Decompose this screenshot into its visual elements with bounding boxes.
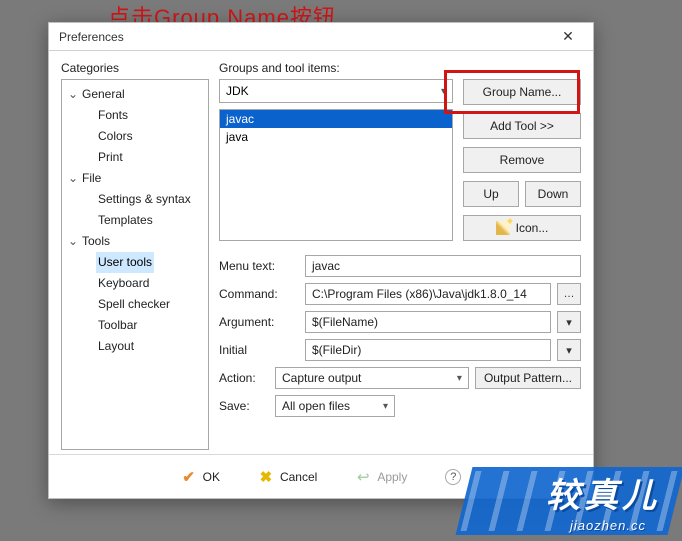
tree-node-user-tools[interactable]: User tools [96, 252, 154, 273]
categories-tree[interactable]: ⌄General Fonts Colors Print ⌄File Settin… [61, 79, 209, 450]
tool-buttons: Group Name... Add Tool >> Remove Up Down… [463, 79, 581, 241]
chevron-down-icon[interactable]: ⌄ [68, 85, 80, 104]
chevron-down-icon[interactable]: ⌄ [68, 232, 80, 251]
titlebar: Preferences ✕ [49, 23, 593, 51]
group-name-button[interactable]: Group Name... [463, 79, 581, 105]
menu-text-input[interactable]: javac [305, 255, 581, 277]
groups-label: Groups and tool items: [219, 61, 581, 75]
tree-node-file[interactable]: File [80, 168, 103, 189]
save-label: Save: [219, 399, 269, 413]
tree-node-tools[interactable]: Tools [80, 231, 112, 252]
check-icon: ✔ [181, 469, 197, 485]
save-combo[interactable]: All open files ▾ [275, 395, 395, 417]
icon-button-label: Icon... [516, 221, 549, 235]
tree-node-toolbar[interactable]: Toolbar [96, 315, 139, 336]
tree-node-layout[interactable]: Layout [96, 336, 136, 357]
dialog-footer: ✔ OK ✖ Cancel ↩ Apply ? [49, 454, 593, 498]
close-button[interactable]: ✕ [549, 26, 587, 48]
tool-form: Menu text: javac Command: C:\Program Fil… [219, 255, 581, 423]
icon-button[interactable]: Icon... [463, 215, 581, 241]
up-button[interactable]: Up [463, 181, 519, 207]
command-label: Command: [219, 287, 299, 301]
chevron-down-icon: ▾ [457, 373, 462, 384]
cancel-label: Cancel [280, 470, 317, 484]
argument-menu-button[interactable]: ▾ [557, 311, 581, 333]
initial-menu-button[interactable]: ▾ [557, 339, 581, 361]
apply-button[interactable]: ↩ Apply [349, 465, 413, 489]
chevron-down-icon[interactable]: ⌄ [68, 169, 80, 188]
initial-label: Initial [219, 343, 299, 357]
categories-panel: Categories ⌄General Fonts Colors Print ⌄… [61, 61, 209, 450]
dialog-title: Preferences [59, 30, 124, 44]
tree-node-colors[interactable]: Colors [96, 126, 135, 147]
argument-input[interactable]: $(FileName) [305, 311, 551, 333]
tree-node-keyboard[interactable]: Keyboard [96, 273, 151, 294]
menu-text-label: Menu text: [219, 259, 299, 273]
tree-node-print[interactable]: Print [96, 147, 125, 168]
tree-node-general[interactable]: General [80, 84, 127, 105]
help-button[interactable]: ? [439, 465, 467, 489]
output-pattern-button[interactable]: Output Pattern... [475, 367, 581, 389]
save-combo-value: All open files [282, 399, 350, 413]
dialog-content: Categories ⌄General Fonts Colors Print ⌄… [49, 51, 593, 454]
watermark-subtext: jiaozhen.cc [570, 518, 646, 533]
chevron-down-icon: ▾ [383, 401, 388, 412]
preferences-dialog: Preferences ✕ Categories ⌄General Fonts … [48, 22, 594, 499]
down-button[interactable]: Down [525, 181, 581, 207]
initial-input[interactable]: $(FileDir) [305, 339, 551, 361]
ok-label: OK [203, 470, 220, 484]
tree-node-templates[interactable]: Templates [96, 210, 155, 231]
cancel-button[interactable]: ✖ Cancel [252, 465, 323, 489]
tree-node-settings-syntax[interactable]: Settings & syntax [96, 189, 193, 210]
cross-icon: ✖ [258, 469, 274, 485]
argument-label: Argument: [219, 315, 299, 329]
wand-icon [496, 221, 510, 235]
group-select-value: JDK [226, 84, 249, 98]
chevron-down-icon: ▾ [441, 86, 446, 97]
list-item[interactable]: java [220, 128, 452, 146]
action-combo[interactable]: Capture output ▾ [275, 367, 469, 389]
tool-item-list[interactable]: javac java [219, 109, 453, 241]
remove-button[interactable]: Remove [463, 147, 581, 173]
ok-button[interactable]: ✔ OK [175, 465, 226, 489]
main-panel: Groups and tool items: JDK ▾ javac java … [219, 61, 581, 450]
list-item[interactable]: javac [220, 110, 452, 128]
command-input[interactable]: C:\Program Files (x86)\Java\jdk1.8.0_14 [305, 283, 551, 305]
categories-label: Categories [61, 61, 209, 75]
group-select[interactable]: JDK ▾ [219, 79, 453, 103]
add-tool-button[interactable]: Add Tool >> [463, 113, 581, 139]
tree-node-fonts[interactable]: Fonts [96, 105, 130, 126]
action-combo-value: Capture output [282, 371, 361, 385]
command-browse-button[interactable]: … [557, 283, 581, 305]
apply-icon: ↩ [355, 469, 371, 485]
help-icon: ? [445, 469, 461, 485]
action-label: Action: [219, 371, 269, 385]
tree-node-spell-checker[interactable]: Spell checker [96, 294, 172, 315]
close-icon: ✕ [562, 28, 574, 45]
apply-label: Apply [377, 470, 407, 484]
